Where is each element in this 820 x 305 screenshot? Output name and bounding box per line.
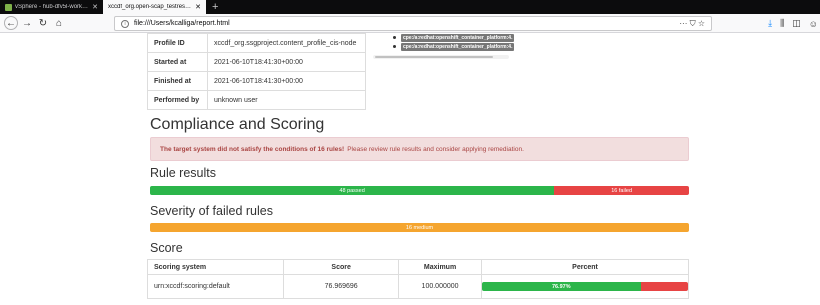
column-header: Scoring system	[146, 259, 285, 275]
toolbar-right: ⤓ ⫼ ◫ ☺	[768, 16, 818, 31]
cpe-label: cpe:/a:redhat:openshift_container_platfo…	[401, 33, 515, 42]
rule-results-bar: 48 passed 16 failed	[150, 186, 689, 195]
back-arrow-icon[interactable]: ←	[4, 16, 18, 30]
alert-text: Please review rule results and consider …	[347, 145, 524, 153]
compliance-heading: Compliance and Scoring	[150, 116, 325, 133]
column-header: Maximum	[398, 259, 482, 275]
library-icon[interactable]: ⫼	[780, 18, 784, 29]
info-key: Started at	[147, 52, 208, 72]
medium-segment: 16 medium	[150, 223, 689, 232]
vsphere-favicon-icon	[5, 3, 12, 11]
table-header-row: Scoring system Score Maximum Percent	[146, 259, 689, 275]
sidebar-icon[interactable]: ◫	[792, 18, 801, 29]
percent-cell: 76.97%	[481, 274, 689, 299]
info-key: Finished at	[147, 71, 208, 91]
table-row: urn:xccdf:scoring:default 76.969696 100.…	[146, 274, 689, 299]
table-row: Finished at 2021-06-10T18:41:30+00:00	[147, 71, 366, 91]
table-row: Performed by unknown user	[147, 90, 366, 110]
list-item: cpe:/a:redhat:openshift_container_platfo…	[393, 33, 515, 42]
account-icon[interactable]: ☺	[809, 19, 818, 29]
reload-icon[interactable]: ↻	[36, 16, 50, 30]
scoring-system-cell: urn:xccdf:scoring:default	[146, 274, 285, 299]
severity-bar: 16 medium	[150, 223, 689, 232]
compliance-alert: The target system did not satisfy the co…	[150, 137, 689, 161]
tab-title: xccdf_org.open-scap_testresult_xc	[108, 4, 193, 10]
horizontal-scrollbar[interactable]	[373, 55, 509, 59]
tab-title: vSphere - hub-dfv5l-worker-vl	[15, 4, 90, 10]
severity-heading: Severity of failed rules	[150, 204, 273, 218]
download-icon[interactable]: ⤓	[768, 18, 772, 29]
report-page: Profile ID xccdf_org.ssgproject.content_…	[0, 33, 820, 305]
cpe-label: cpe:/a:redhat:openshift_container_platfo…	[401, 42, 515, 51]
percent-fail-fill	[640, 282, 688, 291]
cpe-platform-list: cpe:/a:redhat:openshift_container_platfo…	[393, 33, 515, 51]
close-tab-icon[interactable]: ✕	[92, 3, 98, 11]
list-item: cpe:/a:redhat:openshift_container_platfo…	[393, 42, 515, 51]
column-header: Score	[283, 259, 400, 275]
address-bar[interactable]: i file:///Users/kcalliga/report.html ···…	[114, 16, 712, 31]
info-key: Profile ID	[147, 33, 208, 53]
info-value: unknown user	[207, 90, 366, 110]
tab-strip: vSphere - hub-dfv5l-worker-vl ✕ xccdf_or…	[0, 0, 820, 14]
navigation-toolbar: ← → ↻ ⌂ i file:///Users/kcalliga/report.…	[0, 14, 820, 33]
new-tab-button[interactable]: +	[206, 0, 224, 14]
column-header: Percent	[481, 259, 689, 275]
percent-progress-bar: 76.97%	[482, 282, 688, 291]
home-icon[interactable]: ⌂	[52, 16, 66, 30]
passed-segment: 48 passed	[150, 186, 555, 195]
table-row: Started at 2021-06-10T18:41:30+00:00	[147, 52, 366, 72]
evaluation-info-table: Profile ID xccdf_org.ssgproject.content_…	[147, 33, 366, 110]
info-value: 2021-06-10T18:41:30+00:00	[207, 71, 366, 91]
alert-bold-text: The target system did not satisfy the co…	[160, 145, 345, 153]
tab-report[interactable]: xccdf_org.open-scap_testresult_xc ✕	[103, 0, 206, 14]
score-cell: 76.969696	[283, 274, 400, 299]
rule-results-heading: Rule results	[150, 166, 216, 180]
failed-segment: 16 failed	[554, 186, 689, 195]
tab-vsphere[interactable]: vSphere - hub-dfv5l-worker-vl ✕	[0, 0, 103, 14]
info-key: Performed by	[147, 90, 208, 110]
forward-arrow-icon[interactable]: →	[20, 16, 34, 30]
score-heading: Score	[150, 241, 183, 255]
maximum-cell: 100.000000	[398, 274, 482, 299]
info-icon[interactable]: i	[121, 19, 129, 28]
close-tab-icon[interactable]: ✕	[195, 3, 201, 11]
info-value: 2021-06-10T18:41:30+00:00	[207, 52, 366, 72]
url-text[interactable]: file:///Users/kcalliga/report.html	[134, 20, 679, 27]
percent-pass-fill: 76.97%	[482, 282, 641, 291]
score-table: Scoring system Score Maximum Percent urn…	[146, 259, 689, 299]
page-actions[interactable]: ··· ⛉ ☆	[679, 19, 705, 29]
info-value: xccdf_org.ssgproject.content_profile_cis…	[207, 33, 366, 53]
table-row: Profile ID xccdf_org.ssgproject.content_…	[147, 33, 366, 53]
